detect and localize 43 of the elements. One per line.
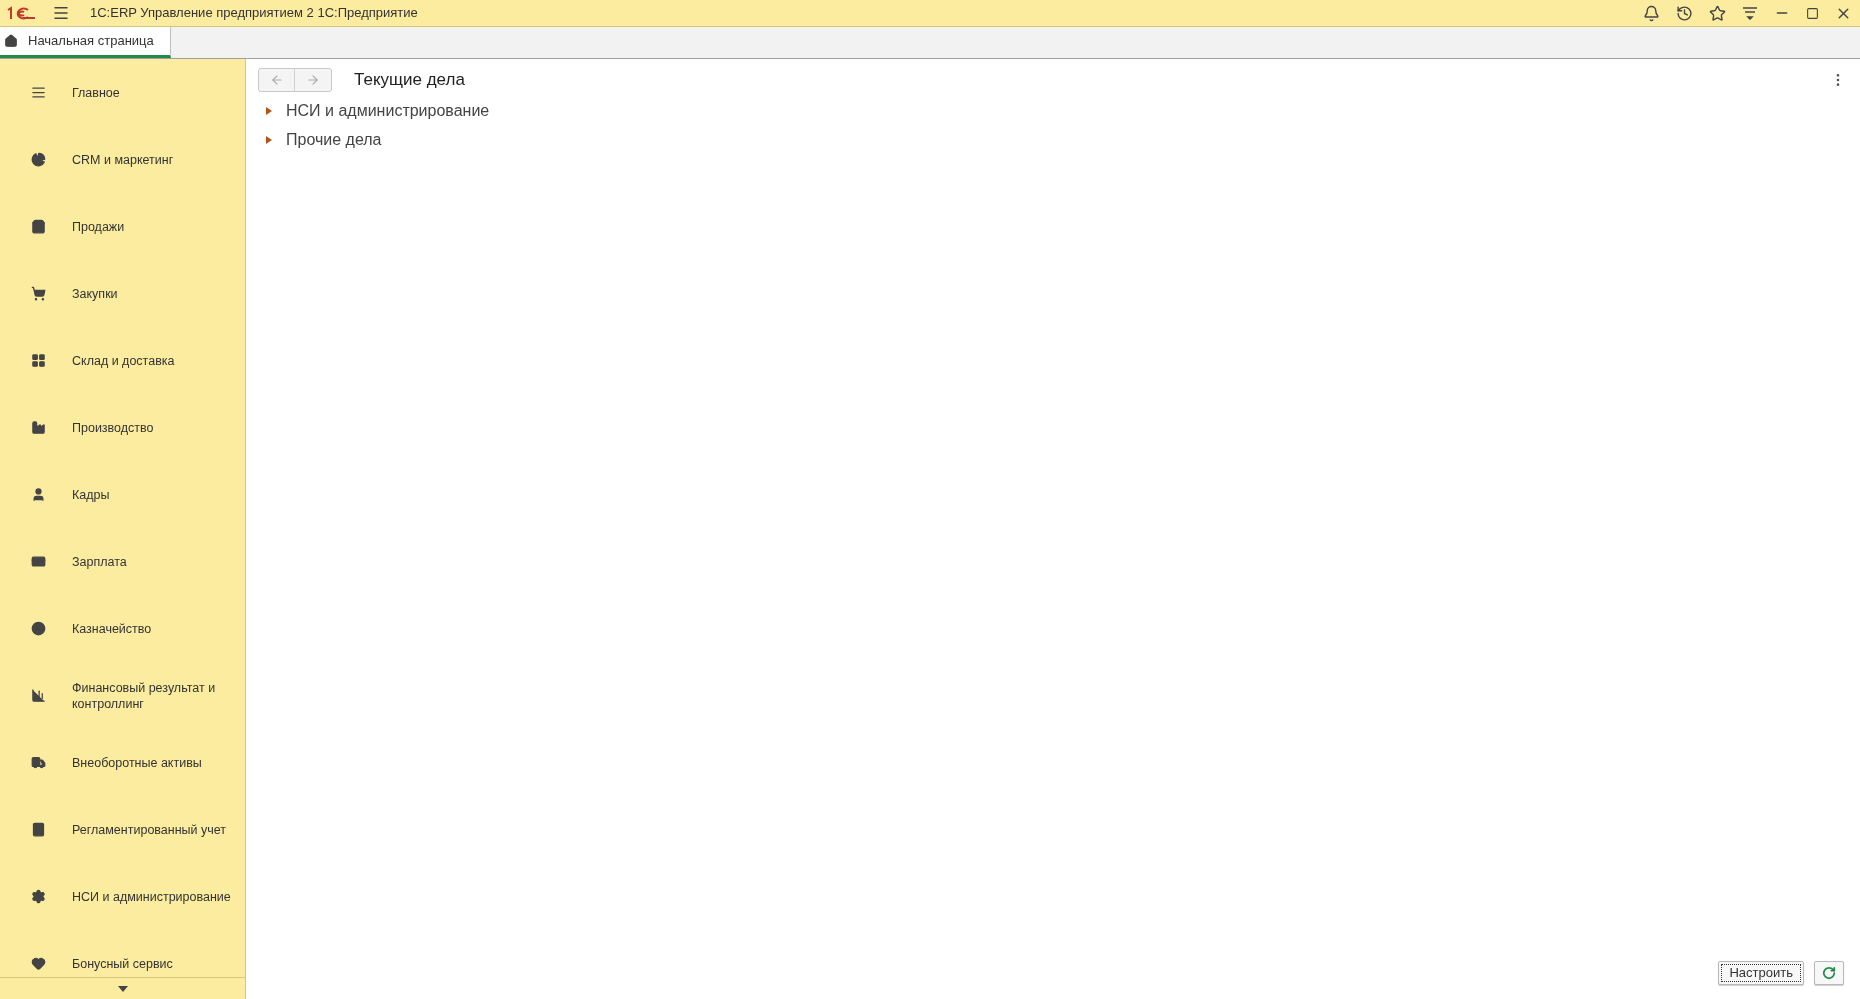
maximize-icon[interactable]: [1806, 6, 1819, 20]
refresh-icon: [1822, 966, 1836, 980]
filter-menu-icon[interactable]: [1742, 6, 1758, 20]
cart-icon: [30, 286, 46, 301]
caret-icon: [117, 985, 128, 992]
sidebar-item[interactable]: Склад и доставка: [0, 327, 245, 394]
menu-icon[interactable]: [52, 4, 70, 22]
history-icon[interactable]: [1676, 4, 1693, 22]
star-icon[interactable]: [1709, 4, 1726, 22]
configure-button[interactable]: Настроить: [1718, 961, 1804, 985]
sidebar-item[interactable]: Производство: [0, 394, 245, 461]
home-icon: [4, 34, 18, 48]
sidebar-item[interactable]: Казначейство: [0, 595, 245, 662]
truck-icon: [30, 755, 46, 770]
tab[interactable]: Начальная страница: [0, 27, 171, 58]
tree-item[interactable]: Прочие дела: [266, 125, 1860, 155]
sidebar-item[interactable]: Закупки: [0, 260, 245, 327]
sidebar-item[interactable]: Продажи: [0, 193, 245, 260]
window-title: 1С:ERP Управление предприятием 2 1С:Предприятие: [90, 4, 418, 23]
settings-icon: [30, 889, 46, 904]
sidebar-item[interactable]: Финансовый результат и контроллинг: [0, 662, 245, 729]
expand-icon: [266, 107, 272, 115]
logo-icon: [6, 6, 36, 20]
sidebar-item[interactable]: CRM и маркетинг: [0, 126, 245, 193]
person-icon: [30, 487, 46, 502]
notifications-icon[interactable]: [1643, 4, 1660, 22]
sidebar-item[interactable]: НСИ и администрирование: [0, 863, 245, 930]
card-icon: [30, 554, 46, 569]
sidebar-item[interactable]: Регламентированный учет: [0, 796, 245, 863]
page-title: Текущие дела: [354, 69, 465, 91]
heart-icon: [30, 956, 46, 971]
grid-icon: [30, 353, 46, 368]
factory-icon: [30, 420, 46, 435]
expand-icon: [266, 136, 272, 144]
sidebar-item[interactable]: Кадры: [0, 461, 245, 528]
refresh-button[interactable]: [1814, 961, 1844, 985]
sidebar-item[interactable]: Зарплата: [0, 528, 245, 595]
pie-chart-icon: [30, 152, 46, 167]
tree-item[interactable]: НСИ и администрирование: [266, 96, 1860, 126]
sidebar-item[interactable]: Бонусный сервис: [0, 930, 245, 977]
sidebar-item[interactable]: Главное: [0, 59, 245, 126]
menu-icon: [30, 85, 46, 100]
sidebar-item[interactable]: Внеоборотные активы: [0, 729, 245, 796]
